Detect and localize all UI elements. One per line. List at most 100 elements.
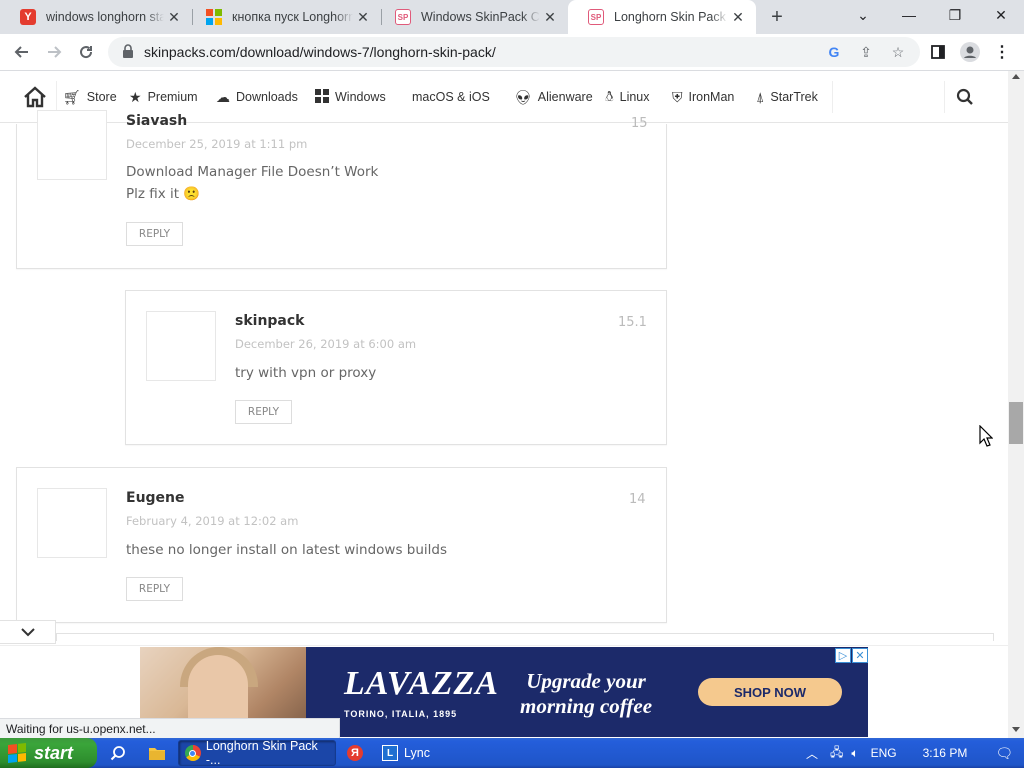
url-text: skinpacks.com/download/windows-7/longhor… (144, 44, 496, 60)
close-window-button[interactable]: ✕ (978, 0, 1024, 30)
nav-item-ironman[interactable]: ⛨ IronMan (672, 71, 734, 123)
clock[interactable]: 3:16 PM (923, 746, 968, 760)
nav-label: IronMan (688, 90, 735, 104)
chrome-icon (185, 745, 201, 761)
comment-number: 15 (631, 116, 648, 131)
tab-search-chevron-icon[interactable]: ⌄ (840, 0, 886, 30)
comment-reply: skinpack 15.1 December 26, 2019 at 6:00 … (125, 290, 667, 445)
mouse-cursor-icon (979, 424, 994, 452)
kebab-menu-icon[interactable]: ⋮ (988, 38, 1016, 66)
skinpack-icon: SP (395, 9, 411, 25)
nav-item-macos[interactable]: macOS & iOS (406, 71, 490, 123)
browser-tab[interactable]: кнопка пуск Longhorn ✕ (186, 0, 381, 34)
reload-icon (80, 46, 93, 59)
reload-button[interactable] (72, 38, 100, 66)
comment-number: 15.1 (618, 315, 647, 330)
comment-author[interactable]: Siavash (126, 113, 187, 129)
adchoices-icon[interactable]: ▷ (835, 648, 851, 663)
nav-item-startrek[interactable]: ⍋ StarTrek (756, 71, 818, 123)
close-tab-icon[interactable]: ✕ (353, 9, 373, 26)
forward-button[interactable] (40, 38, 68, 66)
arrow-left-icon (14, 46, 28, 58)
network-icon[interactable]: 🖧︎ (830, 743, 843, 764)
lync-icon: L (382, 745, 398, 761)
browser-tab[interactable]: Y windows longhorn start ✕ (0, 0, 192, 34)
bookmark-star-icon[interactable]: ☆ (890, 44, 906, 60)
start-label: start (34, 742, 74, 763)
chevron-up-icon[interactable]: ︿ (806, 745, 818, 762)
browser-tab[interactable]: SP Windows SkinPack Collection ✕ (375, 0, 568, 34)
minimize-button[interactable]: ― (886, 0, 932, 30)
avatar (37, 110, 107, 180)
next-comment-edge (56, 633, 994, 641)
restore-button[interactable]: ❐ (932, 0, 978, 30)
tab-title: кнопка пуск Longhorn (232, 10, 353, 24)
lock-icon[interactable] (122, 43, 134, 61)
nav-item-alienware[interactable]: 👽︎ Alienware (514, 71, 593, 123)
cloud-download-icon: ☁ (216, 88, 230, 105)
address-bar[interactable]: skinpacks.com/download/windows-7/longhor… (108, 37, 920, 67)
comment-text-line: these no longer install on latest window… (126, 542, 447, 558)
avatar (146, 311, 216, 381)
close-tab-icon[interactable]: ✕ (164, 9, 184, 26)
taskbar-task-chrome[interactable]: Longhorn Skin Pack -... (178, 739, 336, 767)
comment-date[interactable]: December 26, 2019 at 6:00 am (235, 337, 416, 351)
comment-text-line: try with vpn or proxy (235, 365, 377, 381)
side-panel-icon[interactable] (924, 38, 952, 66)
chevron-down-icon[interactable] (0, 620, 56, 644)
skinpack-icon: SP (588, 9, 604, 25)
ad-tagline-2: morning coffee (520, 694, 653, 718)
yandex-icon[interactable]: Я (345, 743, 365, 763)
volume-icon[interactable]: 🔈︎ (851, 746, 858, 761)
nav-label: macOS & iOS (412, 90, 490, 104)
start-button[interactable]: start (0, 738, 97, 768)
profile-avatar-icon[interactable] (956, 38, 984, 66)
reply-button[interactable]: REPLY (126, 577, 183, 601)
comment-date[interactable]: December 25, 2019 at 1:11 pm (126, 137, 307, 151)
scroll-up-arrow-icon[interactable] (1012, 74, 1020, 79)
share-icon[interactable]: ⇪ (858, 44, 874, 60)
nav-item-downloads[interactable]: ☁ Downloads (216, 71, 298, 123)
nav-label: StarTrek (770, 90, 818, 104)
taskbar: start Longhorn Skin Pack -... Я L Lync ︿… (0, 738, 1024, 768)
file-explorer-icon[interactable] (147, 743, 167, 763)
close-tab-icon[interactable]: ✕ (540, 9, 560, 26)
nav-item-windows[interactable]: Windows (315, 71, 386, 123)
cart-icon: 🛒︎ (63, 88, 81, 105)
nav-separator (56, 81, 57, 113)
site-search-button[interactable] (956, 71, 974, 123)
comment-author[interactable]: skinpack (235, 313, 305, 329)
comment-date[interactable]: February 4, 2019 at 12:02 am (126, 514, 298, 528)
google-lens-icon[interactable]: G (826, 44, 842, 60)
nav-label: Premium (147, 90, 198, 104)
close-tab-icon[interactable]: ✕ (728, 9, 748, 26)
shop-now-button[interactable]: SHOP NOW (698, 678, 842, 706)
arrow-right-icon (48, 46, 62, 58)
new-tab-button[interactable]: + (766, 6, 788, 28)
star-icon: ★ (129, 88, 142, 105)
scroll-down-arrow-icon[interactable] (1012, 727, 1020, 732)
alien-icon: 👽︎ (514, 88, 532, 105)
notifications-icon[interactable]: 🗨︎ (995, 745, 1013, 762)
nav-separator (944, 81, 945, 113)
comment-text-line: Download Manager File Doesn’t Work (126, 164, 379, 180)
nav-label: Linux (619, 90, 650, 104)
close-ad-icon[interactable]: ✕ (852, 648, 868, 663)
back-button[interactable] (8, 38, 36, 66)
browser-tab-active[interactable]: SP Longhorn Skin Pack - SkinPack ✕ (568, 0, 756, 34)
language-indicator[interactable]: ENG (871, 746, 897, 760)
reply-button[interactable]: REPLY (126, 222, 183, 246)
scrollbar-thumb[interactable] (1009, 402, 1023, 444)
search-icon (956, 88, 973, 105)
linux-icon: 🐧︎ (605, 87, 614, 104)
avatar (37, 488, 107, 558)
lavazza-logo: LAVAZZA (344, 665, 499, 702)
comment-author[interactable]: Eugene (126, 490, 185, 506)
ad-tagline: Upgrade your morning coffee (520, 669, 652, 719)
reply-button[interactable]: REPLY (235, 400, 292, 424)
search-icon[interactable] (108, 743, 128, 763)
startrek-icon: ⍋ (756, 88, 765, 105)
tab-title: windows longhorn start (46, 10, 164, 24)
tab-title: Longhorn Skin Pack - SkinPack (614, 10, 728, 24)
taskbar-task-lync[interactable]: L Lync (376, 740, 436, 766)
